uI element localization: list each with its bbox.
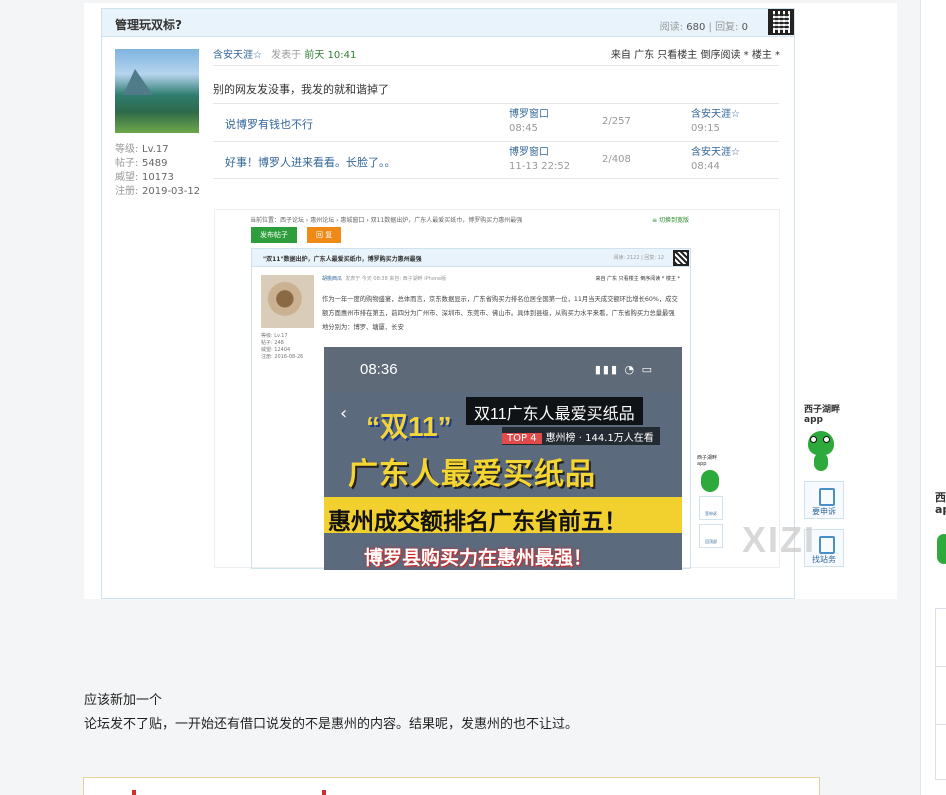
thread-forum: 博罗窗口 08:45 <box>509 109 549 134</box>
author-line: 含安天涯☆ 发表于 前天 10:41 <box>213 50 357 61</box>
video-caption: 博罗县购买力在惠州最强！ <box>364 548 593 569</box>
embedded-image: 当前位置：西子论坛 › 惠州论坛 › 惠城窗口 › 双11数据出炉，广东人最爱买… <box>214 209 780 570</box>
video-headline: 广东人最爱买纸品 <box>348 458 596 491</box>
appeal-button[interactable]: 要申诉 <box>804 481 844 519</box>
new-post-button: 发布帖子 <box>251 227 297 243</box>
qr-code-icon[interactable] <box>768 9 794 35</box>
right-rail: 西 ap <box>920 0 946 795</box>
embedded-appeal-button: 签申诉 <box>699 496 723 520</box>
thread-table: 说博罗有钱也不行 博罗窗口 08:45 2/257 含安天涯☆ 09:15 好事！博… <box>213 103 779 179</box>
live-title: 双11广东人最爱买纸品 <box>466 397 643 425</box>
embedded-author: 胡桃西瓜 发表于 今天 08:38 来自: 西子湖畔 iPhone版 <box>322 276 447 282</box>
frog-mascot-icon[interactable] <box>937 534 946 564</box>
reply-button: 回 复 <box>307 227 342 243</box>
rail-panel <box>935 608 946 780</box>
post-title[interactable]: 管理玩双标? <box>115 16 182 33</box>
app-logo[interactable]: 西子湖畔 app <box>804 405 848 425</box>
thread-count: 2/408 <box>602 154 631 165</box>
frog-mascot-icon <box>701 470 719 492</box>
red-mark-icon <box>132 790 136 795</box>
post-time: 前天 10:41 <box>304 50 357 61</box>
thread-last: 含安天涯☆ 08:44 <box>691 147 740 172</box>
phone-screenshot: 08:36 ▮▮▮ ◔ ▭ ‹ “双11” 双11广东人最爱买纸品 TOP 4惠… <box>324 347 682 570</box>
embedded-title-bar: "双11"数据出炉，广东人最爱买纸巾，博罗购买力惠州最强 阅读: 2122 | … <box>252 249 690 267</box>
table-row[interactable]: 好事！博罗人进来看看。长脸了。。 博罗窗口 11-13 22:52 2/408 含… <box>213 141 779 179</box>
divider <box>935 724 946 725</box>
embedded-meta-links: 来自 广东 只看楼主 倒序阅读 * 楼主 * <box>595 276 680 282</box>
breadcrumb: 当前位置：西子论坛 › 惠州论坛 › 惠城窗口 › 双11数据出炉，广东人最爱买… <box>250 217 523 224</box>
reply-count: 0 <box>741 22 748 33</box>
divider <box>213 65 779 66</box>
thread-title: 说博罗有钱也不行 <box>225 118 313 131</box>
embedded-post-card: "双11"数据出炉，广东人最爱买纸巾，博罗购买力惠州最强 阅读: 2122 | … <box>251 248 691 570</box>
qr-code-icon <box>673 250 689 266</box>
divider <box>935 666 946 667</box>
reply-line: 应该新加一个 <box>84 693 163 708</box>
embedded-screenshot: 管理玩双标? 阅读: 680 | 回复: 0 等级: Lv.17 帖子: 5489 … <box>84 3 897 599</box>
back-arrow-icon: ‹ <box>340 403 348 424</box>
user-meta: 等级: Lv.17 帖子: 5489 威望: 10173 注册: 2019-03-12 <box>115 144 201 197</box>
phone-time: 08:36 <box>360 361 398 378</box>
rail-app-logo[interactable]: 西 ap <box>935 492 946 516</box>
next-post-card <box>83 777 820 795</box>
page: 管理玩双标? 阅读: 680 | 回复: 0 等级: Lv.17 帖子: 5489 … <box>0 0 946 795</box>
reply-text: 应该新加一个 论坛发不了贴，一开始还有借口说发的不是惠州的内容。结果呢，发惠州的… <box>84 689 578 737</box>
embedded-title: "双11"数据出炉，广东人最爱买纸巾，博罗购买力惠州最强 <box>263 256 422 263</box>
embedded-avatar <box>261 275 314 328</box>
reply-line: 论坛发不了贴，一开始还有借口说发的不是惠州的内容。结果呢，发惠州的也不让过。 <box>84 717 579 732</box>
embedded-stats: 阅读: 2122 | 回复: 12 <box>613 255 665 261</box>
thread-count: 2/257 <box>602 116 631 127</box>
signal-wifi-battery-icon: ▮▮▮ ◔ ▭ <box>594 363 654 376</box>
post-card: 管理玩双标? 阅读: 680 | 回复: 0 等级: Lv.17 帖子: 5489 … <box>101 8 795 599</box>
post-stats: 阅读: 680 | 回复: 0 <box>659 22 748 33</box>
video-band: 惠州成交额排名广东省前五！ <box>328 508 627 534</box>
embedded-user-meta: 等级: Lv.17 帖子: 248 威望: 12404 注册: 2016-08-… <box>261 333 304 360</box>
wide-toggle: ≡ 切换到宽版 <box>652 217 689 224</box>
embedded-body: 作为一年一度的购物盛宴，总体而言，京东数据显示，广东省购买力排名位居全国第一位，… <box>322 296 678 331</box>
table-row[interactable]: 说博罗有钱也不行 博罗窗口 08:45 2/257 含安天涯☆ 09:15 <box>213 103 779 141</box>
watermark: XIZI <box>742 519 817 560</box>
live-rank: TOP 4 惠州榜 · 144.1万人在看 <box>502 427 660 445</box>
read-count: 680 <box>686 22 706 33</box>
thread-title: 好事！博罗人进来看看。长脸了。。 <box>225 156 396 169</box>
red-mark-icon <box>322 790 326 795</box>
embedded-float-bar: 西子湖畔 app 签申诉 回顶部 <box>697 454 727 552</box>
video-quote: “双11” <box>366 411 452 442</box>
post-text: 别的网友发没事，我发的就和谐掉了 <box>213 83 389 96</box>
author-link[interactable]: 含安天涯☆ <box>213 50 262 61</box>
post-title-bar: 管理玩双标? 阅读: 680 | 回复: 0 <box>102 9 794 37</box>
avatar[interactable] <box>115 49 199 133</box>
post-meta-links[interactable]: 来自 广东 只看楼主 倒序阅读 * 楼主 * <box>611 46 780 61</box>
thread-last: 含安天涯☆ 09:15 <box>691 109 740 134</box>
embedded-top-button: 回顶部 <box>699 524 723 548</box>
frog-mascot-icon[interactable] <box>808 431 834 471</box>
thread-forum: 博罗窗口 11-13 22:52 <box>509 147 571 172</box>
